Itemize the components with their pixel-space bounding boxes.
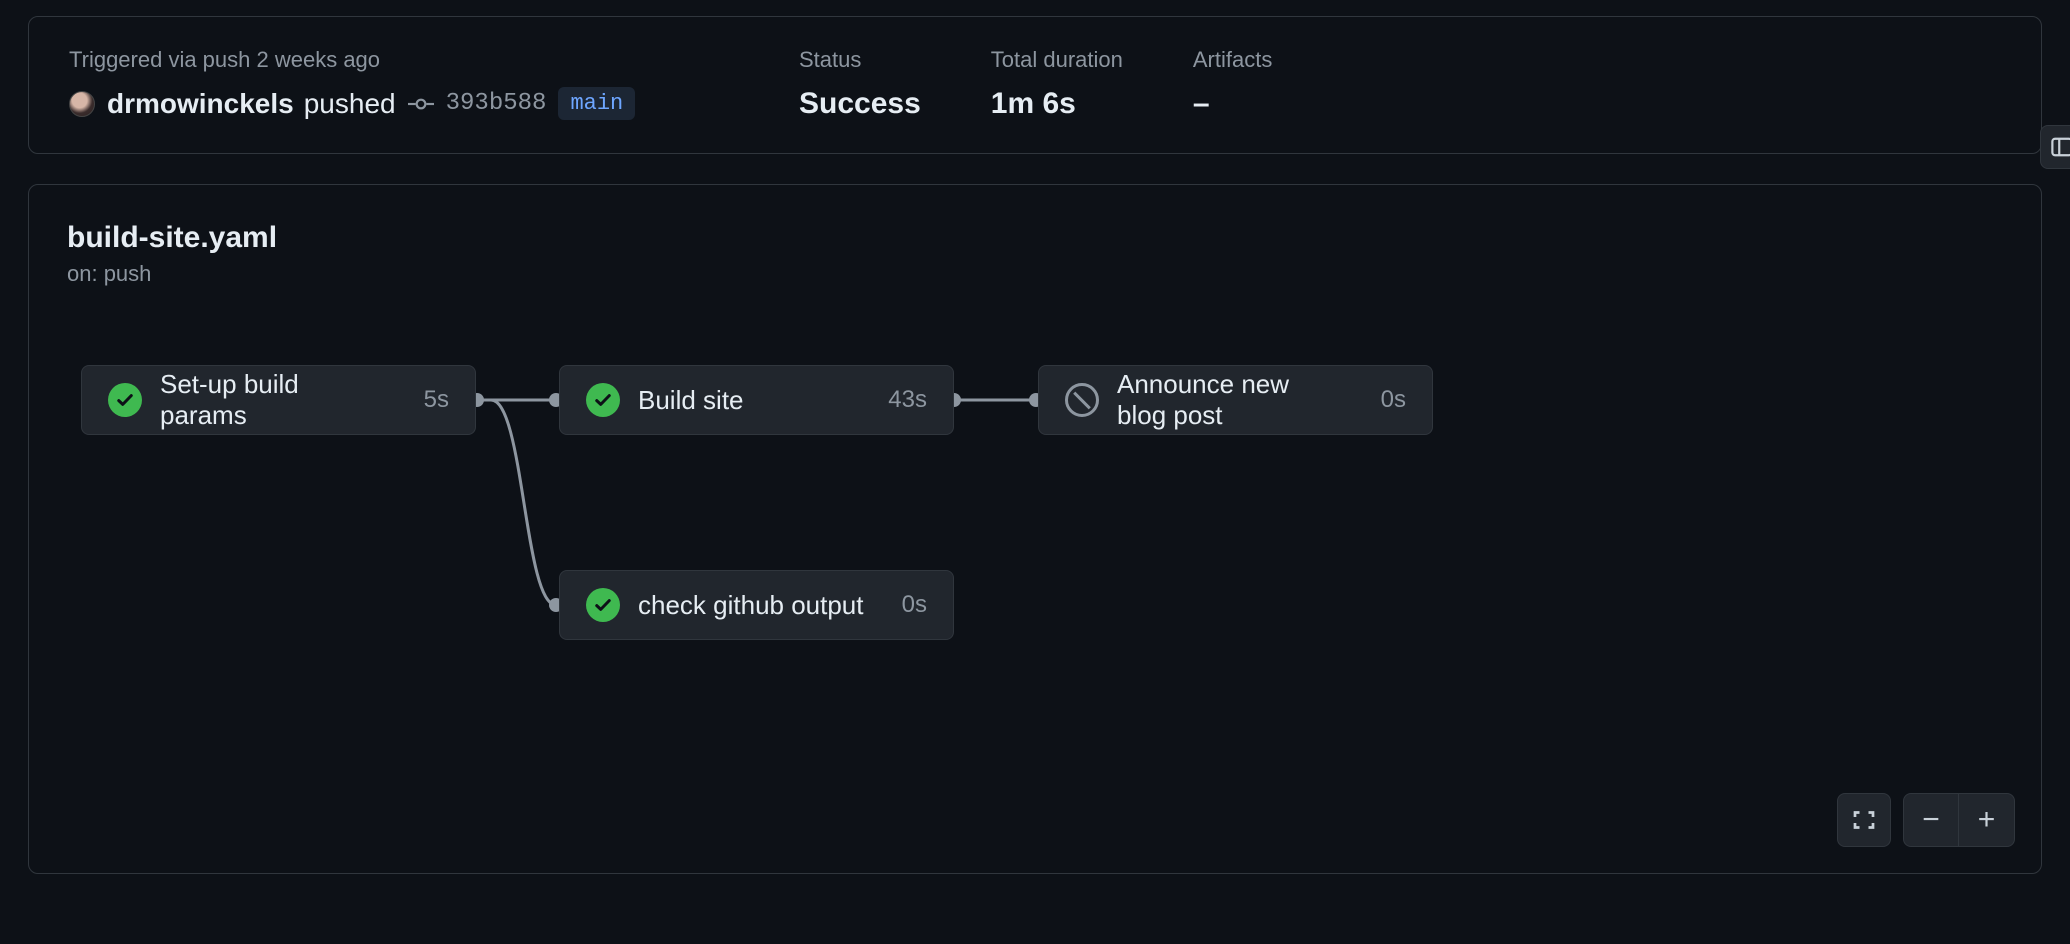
artifacts-col: Artifacts –	[1193, 47, 1272, 121]
job-name: Announce new blog post	[1117, 369, 1345, 431]
zoom-in-button[interactable]: +	[1959, 794, 2014, 846]
zoom-out-button[interactable]: −	[1904, 794, 1959, 846]
fit-screen-button[interactable]	[1837, 793, 1891, 847]
duration-label: Total duration	[991, 47, 1123, 73]
duration-value[interactable]: 1m 6s	[991, 87, 1123, 121]
workflow-graph-panel: build-site.yaml on: push Set-up build pa…	[28, 184, 2042, 874]
job-name: Build site	[638, 385, 744, 416]
job-duration: 0s	[902, 591, 927, 619]
job-check-github-output[interactable]: check github output 0s	[559, 570, 954, 640]
trigger-info: Triggered via push 2 weeks ago drmowinck…	[69, 47, 729, 121]
graph-area[interactable]: Set-up build params 5s Build site 43s An…	[29, 185, 2041, 873]
push-verb: pushed	[304, 88, 396, 120]
zoom-controls: − +	[1837, 793, 2015, 847]
trigger-line: drmowinckels pushed 393b588 main	[69, 87, 729, 120]
commit-icon	[408, 91, 434, 117]
job-name: Set-up build params	[160, 369, 388, 431]
actor-avatar[interactable]	[69, 91, 95, 117]
actor-name[interactable]: drmowinckels	[107, 88, 294, 120]
artifacts-label: Artifacts	[1193, 47, 1272, 73]
status-success-icon	[108, 383, 142, 417]
job-name: check github output	[638, 590, 864, 621]
job-duration: 43s	[888, 386, 927, 414]
status-col: Status Success	[799, 47, 921, 121]
commit-sha[interactable]: 393b588	[446, 90, 547, 117]
zoom-group: − +	[1903, 793, 2015, 847]
job-announce-blog-post[interactable]: Announce new blog post 0s	[1038, 365, 1433, 435]
side-panel-toggle[interactable]	[2040, 125, 2070, 169]
status-skipped-icon	[1065, 383, 1099, 417]
trigger-label: Triggered via push 2 weeks ago	[69, 47, 729, 73]
job-duration: 5s	[424, 386, 449, 414]
status-value: Success	[799, 87, 921, 121]
job-setup-build-params[interactable]: Set-up build params 5s	[81, 365, 476, 435]
duration-col: Total duration 1m 6s	[991, 47, 1123, 121]
run-summary-panel: Triggered via push 2 weeks ago drmowinck…	[28, 16, 2042, 154]
status-success-icon	[586, 588, 620, 622]
status-label: Status	[799, 47, 921, 73]
branch-chip[interactable]: main	[558, 87, 635, 120]
artifacts-value: –	[1193, 87, 1272, 121]
job-build-site[interactable]: Build site 43s	[559, 365, 954, 435]
job-duration: 0s	[1381, 386, 1406, 414]
status-success-icon	[586, 383, 620, 417]
